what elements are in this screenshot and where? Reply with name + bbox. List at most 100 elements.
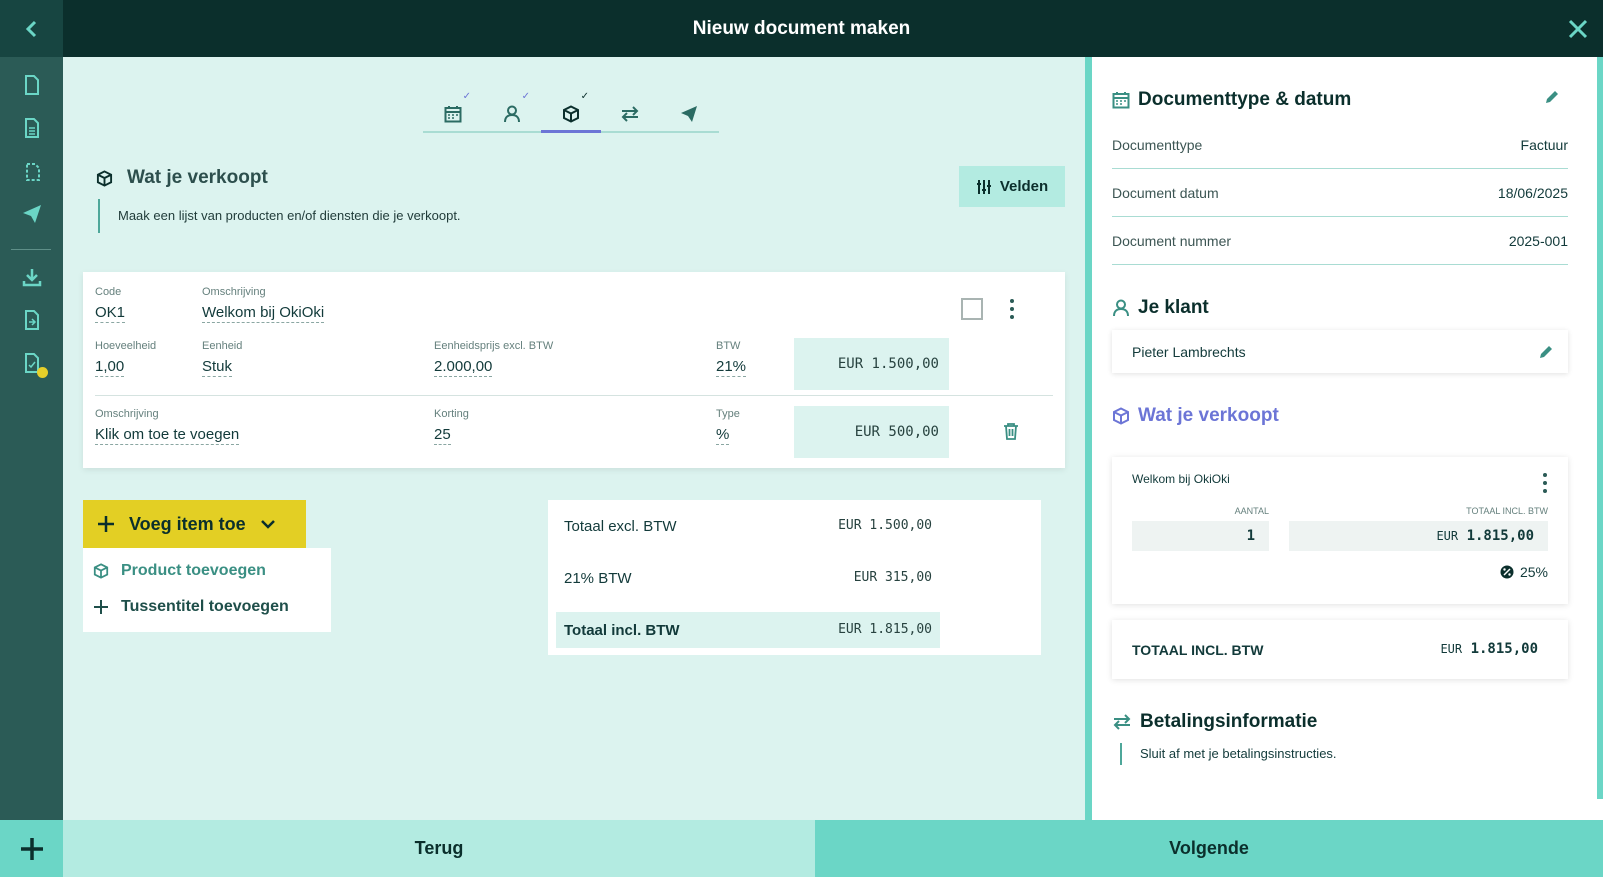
section-description: Maak een lijst van producten en/of diens… — [98, 199, 461, 233]
premium-badge — [37, 367, 48, 378]
add-product-label: Product toevoegen — [121, 562, 266, 579]
vat-total-value: EUR 315,00 — [853, 570, 932, 585]
arrows-icon — [1113, 714, 1131, 730]
row-value: 18/06/2025 — [1497, 185, 1568, 201]
check-icon: ✓ — [580, 91, 589, 102]
vat-field[interactable]: BTW 21% — [716, 340, 747, 377]
step-payment[interactable] — [600, 97, 660, 131]
back-button[interactable]: Terug — [63, 820, 815, 877]
add-product-option[interactable]: Product toevoegen — [93, 562, 266, 580]
product-menu-icon[interactable] — [1542, 473, 1548, 493]
row-value: Factuur — [1520, 137, 1568, 153]
sidebar-item-send[interactable] — [20, 202, 44, 226]
summary-panel: Documenttype & datum Documenttype Factuu… — [1085, 57, 1603, 820]
unit-price-value[interactable]: 2.000,00 — [434, 358, 493, 377]
check-icon: ✓ — [462, 91, 471, 102]
unit-value[interactable]: Stuk — [202, 358, 233, 377]
delete-discount-button[interactable] — [1003, 422, 1019, 445]
description-field[interactable]: Omschrijving Welkom bij OkiOki — [202, 286, 325, 323]
discount-type-field[interactable]: Type % — [716, 408, 740, 445]
add-item-button[interactable]: Voeg item toe — [83, 500, 306, 548]
discount-description-value[interactable]: Klik om toe te voegen — [95, 426, 240, 445]
discount-type-value[interactable]: % — [716, 426, 730, 445]
doc-type-title: Documenttype & datum — [1138, 89, 1352, 110]
doc-date-row: Document datum 18/06/2025 — [1112, 169, 1568, 217]
sidebar-item-invoices[interactable] — [20, 116, 44, 140]
item-checkbox[interactable] — [961, 298, 983, 320]
edit-doc-type-button[interactable] — [1544, 89, 1560, 111]
box-icon — [563, 104, 579, 123]
add-subtitle-option[interactable]: Tussentitel toevoegen — [93, 598, 289, 616]
row-label: Document nummer — [1112, 233, 1232, 249]
box-icon — [93, 563, 109, 579]
download-icon — [22, 269, 42, 287]
plus-icon — [20, 837, 43, 860]
panel-total-value: EUR 1.815,00 — [1440, 641, 1538, 657]
code-field[interactable]: Code OK1 — [95, 286, 126, 323]
discount-value[interactable]: 25 — [434, 426, 451, 445]
step-products[interactable]: ✓ — [541, 91, 601, 133]
qty-label: AANTAL — [1234, 506, 1269, 516]
doc-type-header: Documenttype & datum — [1112, 89, 1568, 111]
products-title: Wat je verkoopt — [1138, 405, 1279, 426]
item-menu-icon[interactable] — [1009, 299, 1015, 319]
field-label: Eenheidsprijs excl. BTW — [434, 340, 554, 352]
field-label: Code — [95, 286, 122, 298]
sidebar-item-copies[interactable] — [20, 159, 44, 183]
client-card[interactable]: Pieter Lambrechts — [1112, 330, 1568, 373]
discount-percent: 25% — [1519, 564, 1548, 580]
discount-total: EUR 500,00 — [794, 406, 949, 458]
add-item-menu: Product toevoegen Tussentitel toevoegen — [83, 548, 331, 632]
sidebar-item-import[interactable] — [20, 308, 44, 332]
step-client[interactable]: ✓ — [482, 91, 542, 131]
panel-scrollbar[interactable] — [1597, 57, 1603, 799]
field-label: Hoeveelheid — [95, 340, 157, 352]
discount-field[interactable]: Korting 25 — [434, 408, 469, 445]
field-label: Eenheid — [202, 340, 243, 352]
grand-total-row: Totaal incl. BTW EUR 1.815,00 — [556, 612, 940, 648]
section-header: Wat je verkoopt — [96, 167, 268, 189]
step-send[interactable] — [659, 97, 719, 131]
send-icon — [23, 205, 41, 223]
sidebar-item-premium[interactable] — [20, 351, 48, 378]
totals-card: Totaal excl. BTW EUR 1.500,00 21% BTW EU… — [548, 500, 1041, 655]
doc-type-row: Documenttype Factuur — [1112, 121, 1568, 169]
vat-label: 21% BTW — [564, 570, 632, 587]
row-label: Documenttype — [1112, 137, 1203, 153]
client-name: Pieter Lambrechts — [1132, 344, 1246, 360]
subtotal-label: Totaal excl. BTW — [564, 518, 677, 535]
line-total-label: TOTAAL INCL. BTW — [1466, 506, 1548, 516]
section-title: Wat je verkoopt — [127, 167, 268, 188]
divider — [95, 395, 1053, 396]
quantity-value[interactable]: 1,00 — [95, 358, 125, 377]
sidebar — [0, 57, 63, 820]
close-button[interactable] — [1563, 14, 1593, 44]
code-value[interactable]: OK1 — [95, 304, 126, 323]
plus-icon — [98, 516, 114, 532]
vat-value[interactable]: 21% — [716, 358, 747, 377]
unit-price-field[interactable]: Eenheidsprijs excl. BTW 2.000,00 — [434, 340, 553, 377]
item-card: Code OK1 Omschrijving Welkom bij OkiOki … — [83, 272, 1065, 468]
add-button[interactable] — [0, 820, 63, 877]
products-header: Wat je verkoopt — [1112, 405, 1279, 427]
qty-value: 1 — [1132, 521, 1269, 551]
sidebar-item-document[interactable] — [20, 73, 44, 97]
step-date[interactable]: ✓ — [423, 91, 483, 131]
fields-button[interactable]: Velden — [959, 166, 1065, 207]
main-content: ✓ ✓ ✓ Wat je verkoopt Maak een lijst van… — [63, 57, 1085, 820]
subtotal-row: Totaal excl. BTW EUR 1.500,00 — [556, 508, 940, 544]
sidebar-item-download[interactable] — [20, 265, 44, 289]
quantity-field[interactable]: Hoeveelheid 1,00 — [95, 340, 156, 377]
field-label: Korting — [434, 408, 469, 420]
check-icon: ✓ — [521, 91, 530, 102]
edit-client-button[interactable] — [1538, 344, 1554, 363]
description-value[interactable]: Welkom bij OkiOki — [202, 304, 325, 323]
field-label: Omschrijving — [202, 286, 266, 298]
unit-field[interactable]: Eenheid Stuk — [202, 340, 242, 377]
discount-description-field[interactable]: Omschrijving Klik om toe te voegen — [95, 408, 240, 445]
sidebar-divider — [11, 249, 51, 250]
vat-row: 21% BTW EUR 315,00 — [556, 560, 940, 596]
next-button[interactable]: Volgende — [815, 820, 1603, 877]
row-label: Document datum — [1112, 185, 1219, 201]
file-lines-icon — [25, 118, 39, 138]
